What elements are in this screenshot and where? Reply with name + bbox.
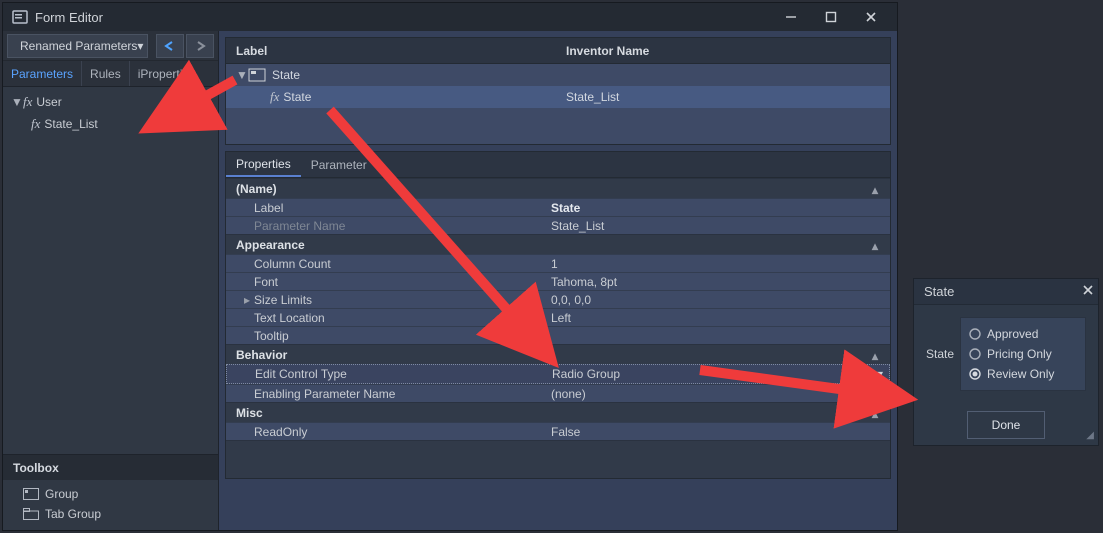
toolbox-body: Group Tab Group	[3, 480, 218, 530]
close-button[interactable]	[851, 4, 891, 30]
main-pane: Label Inventor Name ▼ State fx State	[219, 31, 897, 530]
radio-checked-icon	[969, 368, 981, 380]
properties-pane: Properties Parameter (Name)▴ LabelState …	[225, 151, 891, 479]
sidebar-toolbar: Renamed Parameters ▾	[3, 31, 218, 61]
toolbox-item-label: Tab Group	[45, 507, 101, 521]
toolbox-item-group[interactable]: Group	[3, 484, 218, 504]
filter-label: Renamed Parameters	[20, 39, 137, 53]
done-button[interactable]: Done	[967, 411, 1045, 439]
tree-collapse-icon: ▼	[236, 68, 246, 82]
form-row-inventor-name: State_List	[556, 90, 890, 104]
tab-properties[interactable]: Properties	[226, 152, 301, 177]
prop-row-text-location[interactable]: Text LocationLeft	[226, 308, 890, 326]
nav-back-button[interactable]	[156, 34, 184, 58]
panel-titlebar[interactable]: State	[914, 279, 1098, 305]
prop-category-name[interactable]: (Name)▴	[226, 178, 890, 198]
column-header-inventor-name[interactable]: Inventor Name	[556, 44, 890, 58]
window-title: Form Editor	[35, 10, 103, 25]
maximize-button[interactable]	[811, 4, 851, 30]
titlebar[interactable]: Form Editor	[3, 3, 897, 31]
column-header-label[interactable]: Label	[226, 44, 556, 58]
tree-item-label: State_List	[44, 117, 97, 131]
form-group-label: State	[272, 68, 300, 82]
radio-option-pricing-only[interactable]: Pricing Only	[969, 344, 1077, 364]
prop-row-font[interactable]: FontTahoma, 8pt	[226, 272, 890, 290]
fx-icon: fx	[270, 89, 279, 105]
prop-row-parameter-name[interactable]: Parameter NameState_List	[226, 216, 890, 234]
filter-dropdown[interactable]: Renamed Parameters ▾	[7, 34, 148, 58]
chevron-down-icon: ▾	[137, 39, 143, 53]
prop-row-column-count[interactable]: Column Count1	[226, 254, 890, 272]
form-row-state[interactable]: fx State State_List	[226, 86, 890, 108]
tab-parameter[interactable]: Parameter	[301, 152, 377, 177]
collapse-icon: ▴	[872, 239, 884, 251]
prop-row-tooltip[interactable]: Tooltip	[226, 326, 890, 344]
form-editor-icon	[11, 8, 29, 26]
minimize-button[interactable]	[771, 4, 811, 30]
tree-group-label: User	[36, 95, 61, 109]
prop-row-readonly[interactable]: ReadOnlyFalse	[226, 422, 890, 440]
form-editor-window: Form Editor Renamed Parameters ▾ Paramet…	[2, 2, 898, 531]
form-group-state[interactable]: ▼ State	[226, 64, 890, 86]
sidebar: Renamed Parameters ▾ Parameters Rules iP…	[3, 31, 219, 530]
prop-row-size-limits[interactable]: ▸Size Limits0,0, 0,0	[226, 290, 890, 308]
radio-option-approved[interactable]: Approved	[969, 324, 1077, 344]
parameter-tree: ▼ fx User fx State_List	[3, 87, 218, 454]
prop-row-label[interactable]: LabelState	[226, 198, 890, 216]
tab-rules[interactable]: Rules	[82, 61, 130, 86]
prop-category-misc[interactable]: Misc▴	[226, 402, 890, 422]
prop-row-enabling-param[interactable]: Enabling Parameter Name(none)	[226, 384, 890, 402]
resize-grip-icon[interactable]: ◢	[1086, 430, 1094, 441]
form-group-icon	[248, 68, 266, 82]
form-design-grid: Label Inventor Name ▼ State fx State	[225, 37, 891, 145]
tree-collapse-icon: ▼	[11, 95, 21, 109]
toolbox-item-label: Group	[45, 487, 78, 501]
radio-unchecked-icon	[969, 328, 981, 340]
prop-category-appearance[interactable]: Appearance▴	[226, 234, 890, 254]
radio-option-label: Review Only	[987, 367, 1054, 381]
panel-title: State	[924, 284, 954, 299]
toolbox-item-tab-group[interactable]: Tab Group	[3, 504, 218, 524]
expand-icon: ▸	[244, 293, 250, 307]
chevron-down-icon: ▾	[877, 367, 883, 381]
tab-parameters[interactable]: Parameters	[3, 61, 82, 86]
tab-iproperties[interactable]: iProperties	[130, 61, 203, 86]
fx-icon: fx	[23, 94, 32, 110]
sidebar-tabs: Parameters Rules iProperties	[3, 61, 218, 87]
radio-unchecked-icon	[969, 348, 981, 360]
radio-option-review-only[interactable]: Review Only	[969, 364, 1077, 384]
collapse-icon: ▴	[872, 407, 884, 419]
prop-description-footer	[226, 440, 890, 478]
toolbox-header: Toolbox	[3, 454, 218, 480]
prop-row-edit-control-type[interactable]: Edit Control Type Radio Group▾	[226, 364, 890, 384]
form-row-label: State	[283, 90, 311, 104]
panel-close-button[interactable]	[1082, 284, 1094, 299]
collapse-icon: ▴	[872, 183, 884, 195]
tab-group-icon	[23, 508, 39, 520]
group-icon	[23, 488, 39, 500]
nav-forward-button[interactable]	[186, 34, 214, 58]
state-preview-panel: State State Approved Pricing Only Review…	[913, 278, 1099, 446]
fx-icon: fx	[31, 116, 40, 132]
radio-option-label: Pricing Only	[987, 347, 1052, 361]
collapse-icon: ▴	[872, 349, 884, 361]
radio-group: Approved Pricing Only Review Only	[960, 317, 1086, 391]
radio-option-label: Approved	[987, 327, 1038, 341]
tree-item-state-list[interactable]: fx State_List	[3, 113, 218, 135]
tree-group-user[interactable]: ▼ fx User	[3, 91, 218, 113]
prop-category-behavior[interactable]: Behavior▴	[226, 344, 890, 364]
radio-group-label: State	[926, 317, 960, 391]
